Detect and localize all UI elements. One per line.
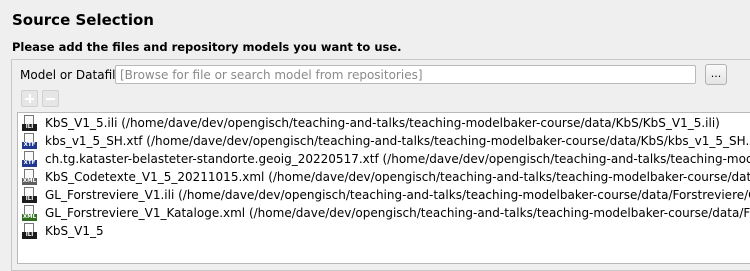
- source-list[interactable]: ILI KbS_V1_5.ili (/home/dave/dev/opengisc…: [17, 112, 750, 264]
- ili-model-icon: ILI: [22, 223, 37, 239]
- ili-file-icon: ILI: [22, 115, 37, 131]
- source-list-item-label: kbs_v1_5_SH.xtf (/home/dave/dev/opengisc…: [45, 134, 750, 148]
- xml-file-icon: XML: [22, 205, 37, 221]
- source-list-item-label: GL_Forstreviere_V1_Kataloge.xml (/home/d…: [45, 206, 750, 220]
- source-list-item-label: ch.tg.kataster-belasteter-standorte.geoi…: [45, 152, 750, 166]
- browse-button[interactable]: ...: [705, 64, 727, 85]
- source-list-item-label: KbS_V1_5.ili (/home/dave/dev/opengisch/t…: [45, 116, 720, 130]
- page-subtitle: Please add the files and repository mode…: [12, 40, 402, 54]
- source-list-item-label: KbS_V1_5: [45, 224, 104, 238]
- source-list-item-label: KbS_Codetexte_V1_5_20211015.xml (/home/d…: [45, 170, 750, 184]
- ili-file-icon: ILI: [22, 187, 37, 203]
- add-source-button[interactable]: [21, 90, 38, 107]
- page-title: Source Selection: [12, 11, 154, 29]
- model-or-datafile-label: Model or Datafile: [20, 68, 123, 82]
- remove-source-button[interactable]: [42, 90, 59, 107]
- xml-file-icon: XML: [22, 169, 37, 185]
- xtf-file-icon: XTF: [22, 151, 37, 167]
- model-or-datafile-input[interactable]: [115, 65, 696, 84]
- xtf-file-icon: XTF: [22, 133, 37, 149]
- source-list-item-label: GL_Forstreviere_V1.ili (/home/dave/dev/o…: [45, 188, 750, 202]
